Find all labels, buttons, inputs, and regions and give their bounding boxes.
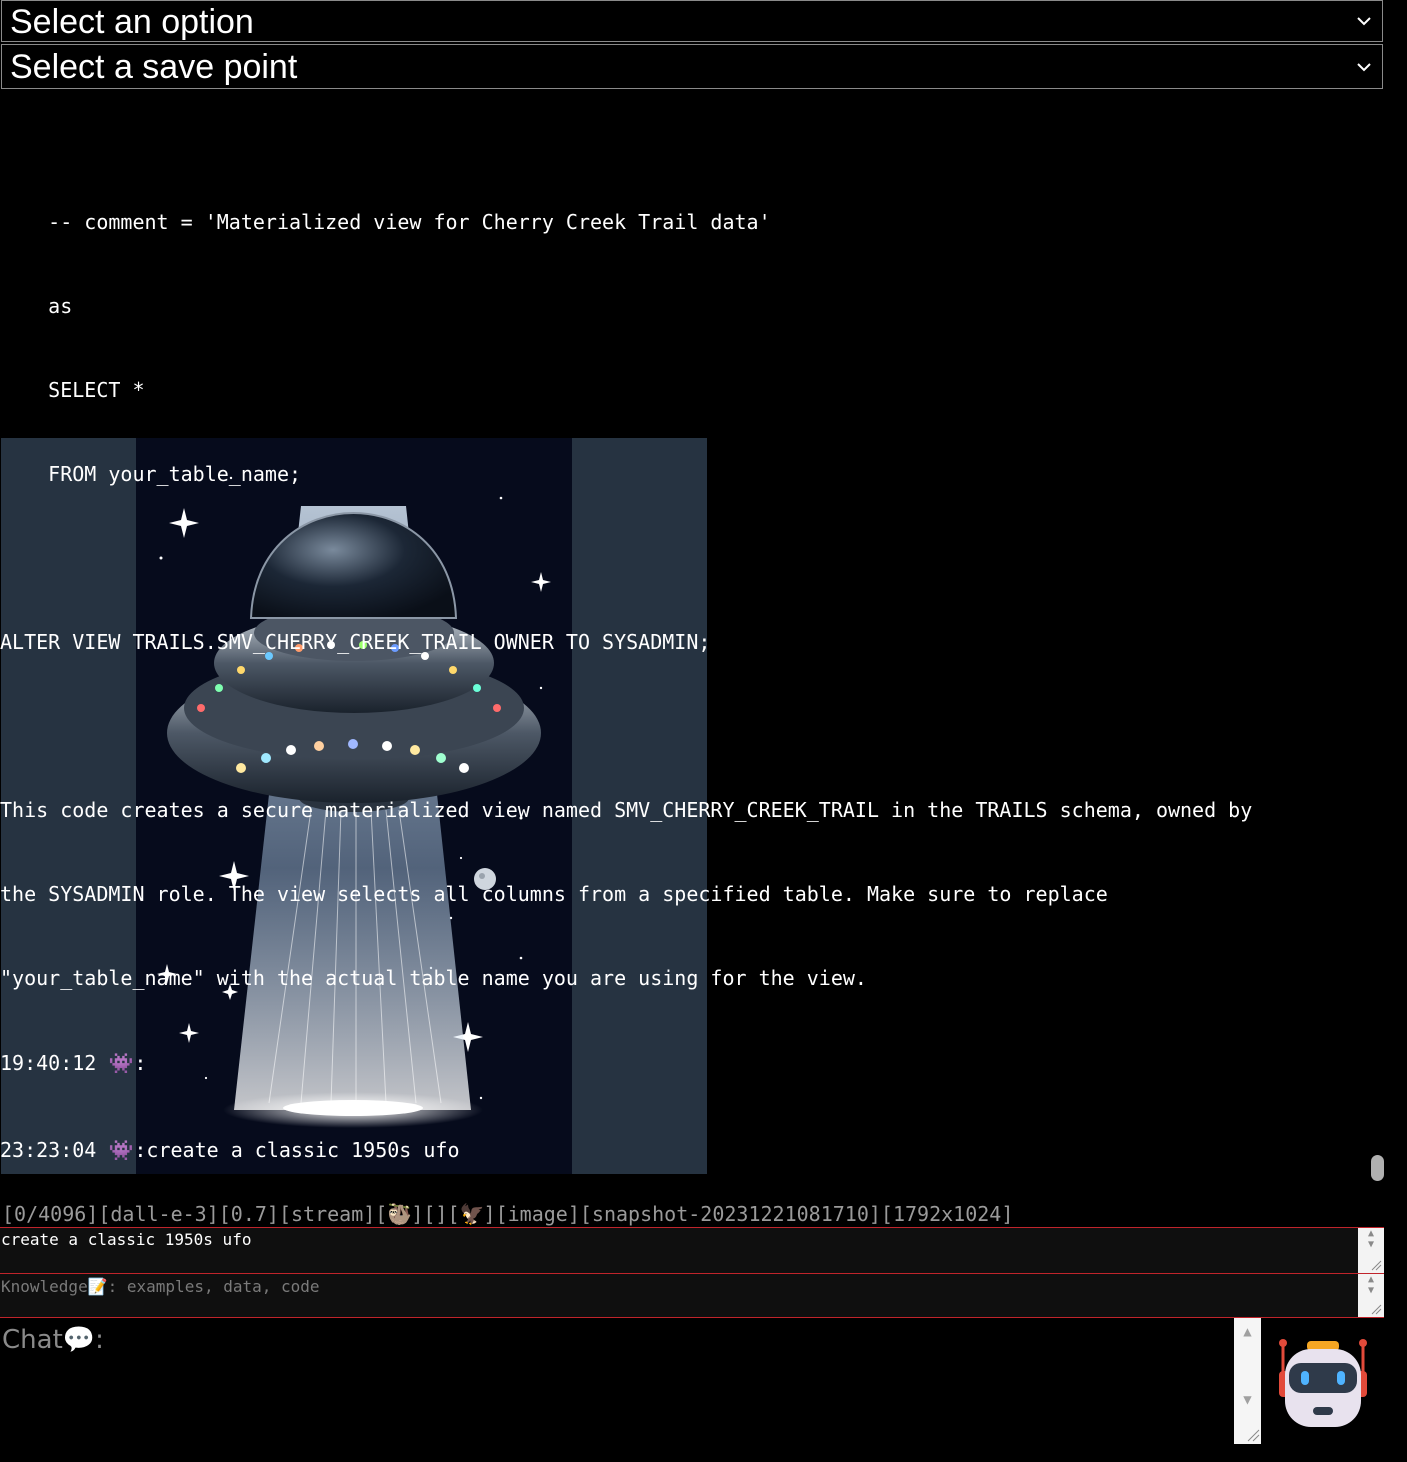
scroll-up-arrow-icon[interactable]: ▲ <box>1234 1324 1261 1340</box>
scroll-down-arrow-icon[interactable]: ▼ <box>1234 1392 1261 1408</box>
empty-slot: [] <box>423 1202 448 1226</box>
option-select-value: Select an option <box>10 3 254 41</box>
code-line: as <box>0 294 73 318</box>
robot-send-button[interactable] <box>1275 1335 1371 1431</box>
model-name[interactable]: [dall-e-3] <box>98 1202 218 1226</box>
bracket: ] <box>483 1202 496 1226</box>
timestamp: 23:23:04 <box>0 1138 97 1162</box>
code-line: ALTER VIEW TRAILS.SMV_CHERRY_CREEK_TRAIL… <box>0 630 711 654</box>
bracket: [ <box>447 1202 460 1226</box>
response-text: "your_table_name" with the actual table … <box>0 966 867 990</box>
output-type[interactable]: [image] <box>496 1202 580 1226</box>
chat-transcript: -- comment = 'Materialized view for Cher… <box>0 60 1360 1180</box>
resize-grip-icon[interactable] <box>1370 1259 1382 1271</box>
scroll-down-arrow-icon[interactable]: ▼ <box>1358 1239 1384 1251</box>
chevron-down-icon <box>1354 1 1374 41</box>
temperature[interactable]: [0.7] <box>219 1202 279 1226</box>
image-size[interactable]: [1792x1024] <box>881 1202 1013 1226</box>
resize-grip-icon[interactable] <box>1246 1428 1260 1442</box>
memo-icon: 📝 <box>87 1277 108 1296</box>
save-point-select[interactable]: Select a save point <box>1 44 1383 89</box>
robot-icon <box>1279 1339 1367 1427</box>
response-text: the SYSADMIN role. The view selects all … <box>0 882 1108 906</box>
scroll-down-arrow-icon[interactable]: ▼ <box>1358 1285 1384 1297</box>
chevron-down-icon <box>1354 45 1374 88</box>
resize-grip-icon[interactable] <box>1370 1303 1382 1315</box>
chat-label: Chat <box>2 1325 63 1355</box>
status-line: [0/4096][dall-e-3][0.7][stream][🦥][][🦅][… <box>2 1202 1013 1226</box>
sloth-icon[interactable]: 🦥 <box>387 1202 412 1226</box>
alien-monster-icon: 👾 <box>108 1051 134 1075</box>
stream-mode[interactable]: [stream] <box>279 1202 375 1226</box>
prompt-text: create a classic 1950s ufo <box>1 1230 252 1249</box>
knowledge-label: Knowledge <box>1 1277 88 1296</box>
prompt-scrollbar[interactable]: ▲ ▼ <box>1358 1228 1384 1273</box>
bracket: ] <box>411 1202 424 1226</box>
option-select[interactable]: Select an option <box>1 0 1383 42</box>
token-count: [0/4096] <box>2 1202 99 1226</box>
transcript-entry: 23:23:04 👾:create a classic 1950s ufo <box>0 1135 1360 1166</box>
timestamp: 19:40:12 <box>0 1051 97 1075</box>
code-line: SELECT * <box>0 378 145 402</box>
knowledge-placeholder: : examples, data, code <box>107 1277 320 1296</box>
entry-text: : <box>134 1051 147 1075</box>
alien-monster-icon: 👾 <box>108 1138 134 1162</box>
entry-text: :create a classic 1950s ufo <box>134 1138 460 1162</box>
transcript-entry: 19:40:12 👾: <box>0 1048 1360 1079</box>
speech-bubble-icon: 💬 <box>62 1325 96 1355</box>
knowledge-textarea[interactable]: Knowledge📝: examples, data, code ▲ ▼ <box>0 1273 1384 1318</box>
response-text: This code creates a secure materialized … <box>0 798 1253 822</box>
prompt-textarea[interactable]: create a classic 1950s ufo ▲ ▼ <box>0 1227 1384 1273</box>
chat-scrollbar[interactable]: ▲ ▼ <box>1234 1318 1261 1444</box>
transcript-scrollbar-thumb[interactable] <box>1371 1155 1384 1181</box>
bracket: [ <box>375 1202 388 1226</box>
chat-input[interactable]: Chat💬: <box>0 1318 1263 1444</box>
snapshot-id: [snapshot-20231221081710] <box>579 1202 881 1226</box>
knowledge-scrollbar[interactable]: ▲ ▼ <box>1358 1274 1384 1317</box>
code-line: -- comment = 'Materialized view for Cher… <box>0 210 771 234</box>
eagle-icon[interactable]: 🦅 <box>460 1202 485 1226</box>
chat-placeholder-suffix: : <box>95 1325 104 1355</box>
save-point-select-value: Select a save point <box>10 48 298 86</box>
code-line: FROM your_table_name; <box>0 462 302 486</box>
